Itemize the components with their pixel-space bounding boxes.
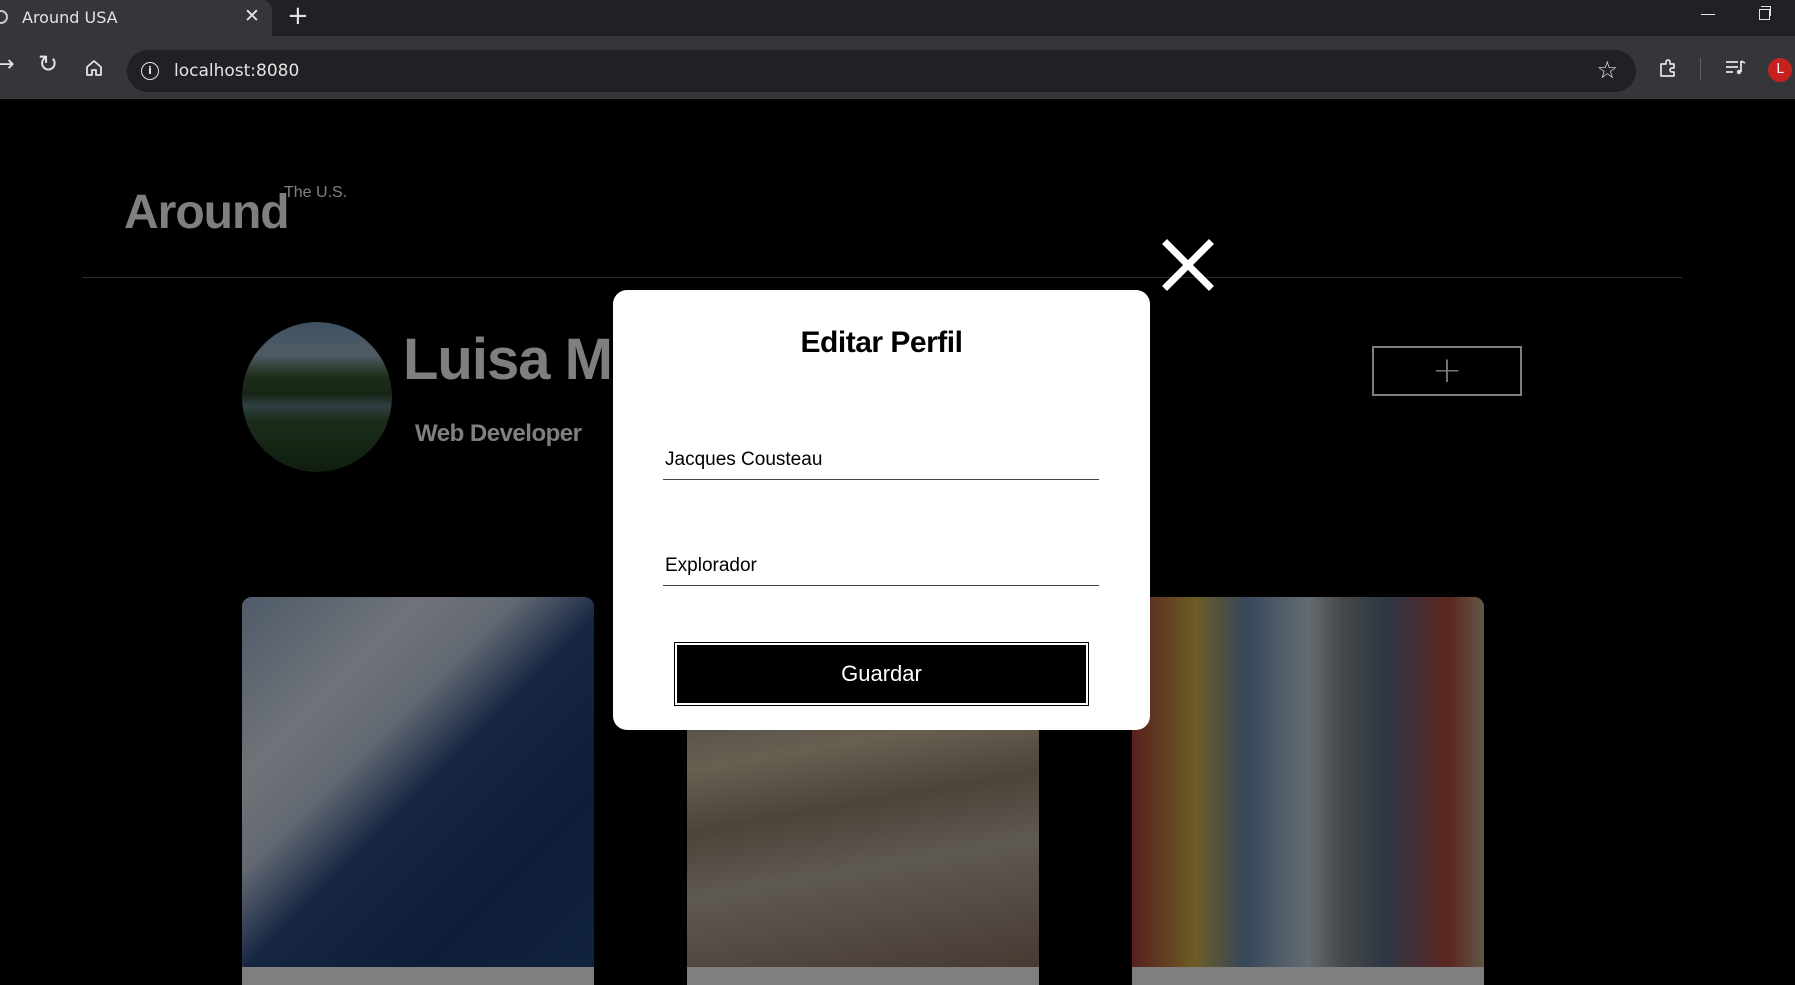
tab-close-icon[interactable]: ✕ — [244, 5, 260, 27]
minimize-window-icon[interactable] — [1701, 14, 1715, 15]
reload-icon[interactable]: ↻ — [38, 50, 58, 78]
address-bar[interactable]: i localhost:8080 ☆ — [127, 50, 1636, 92]
restore-window-icon[interactable] — [1759, 6, 1771, 20]
name-input[interactable] — [663, 440, 1099, 480]
info-icon[interactable]: i — [141, 62, 159, 80]
profile-avatar-button[interactable]: L — [1768, 58, 1792, 82]
bookmark-star-icon[interactable]: ☆ — [1596, 56, 1618, 85]
browser-tab-bar: Around USA ✕ + — [0, 0, 1795, 36]
about-input[interactable] — [663, 546, 1099, 586]
tab-title: Around USA — [22, 8, 118, 27]
browser-tab[interactable]: Around USA ✕ — [0, 0, 272, 36]
new-tab-button[interactable]: + — [287, 1, 309, 31]
browser-toolbar: → ↻ i localhost:8080 ☆ — [0, 36, 1795, 99]
url-text[interactable]: localhost:8080 — [174, 61, 299, 81]
save-button[interactable]: Guardar — [674, 642, 1089, 706]
edit-profile-modal: Editar Perfil Guardar — [613, 290, 1150, 730]
home-icon[interactable] — [84, 58, 104, 78]
extensions-icon[interactable] — [1657, 58, 1679, 80]
toolbar-divider — [1700, 58, 1701, 80]
globe-icon — [0, 10, 8, 24]
modal-title: Editar Perfil — [800, 326, 963, 359]
close-icon[interactable] — [1161, 238, 1215, 292]
media-queue-icon[interactable] — [1724, 58, 1746, 78]
forward-arrow-icon[interactable]: → — [0, 52, 14, 77]
page: Around The U.S. Luisa Martínez Web Devel… — [0, 100, 1795, 985]
